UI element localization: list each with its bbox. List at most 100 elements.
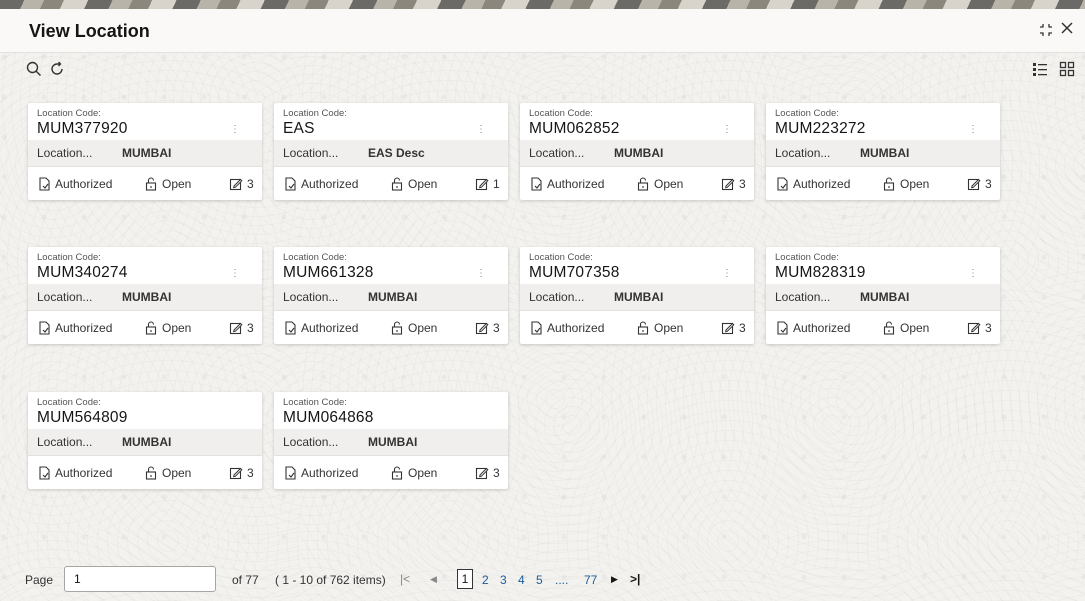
location-desc-label: Location... [37,290,93,304]
authorized-icon [39,466,50,480]
unlock-icon [145,177,157,191]
location-card[interactable]: Location Code: MUM064868 ⋮ Location... M… [274,392,508,489]
page-label: Page [25,573,54,587]
location-card[interactable]: Location Code: MUM564809 ⋮ Location... M… [28,392,262,489]
location-desc-label: Location... [775,290,831,304]
page-number-input[interactable] [64,566,216,592]
unlock-icon [391,177,403,191]
edit-icon [475,322,489,335]
page-link-3[interactable]: 3 [500,573,507,587]
card-footer: Authorized Open 3 [274,455,508,490]
authorized-icon [777,177,788,191]
open-status: Open [636,321,683,335]
open-label: Open [900,177,930,191]
list-view-icon[interactable] [1032,61,1050,79]
search-icon[interactable] [26,61,44,79]
location-desc-value: MUMBAI [122,146,172,160]
edit-icon [475,467,489,480]
edit-count[interactable]: 3 [967,321,992,335]
kebab-menu-icon[interactable]: ⋮ [230,125,240,135]
open-status: Open [882,177,929,191]
page-link-last[interactable]: 77 [584,573,597,587]
edit-count-value: 3 [985,321,992,335]
location-code-label: Location Code: [775,108,839,119]
edit-count[interactable]: 3 [721,177,746,191]
location-code-value: MUM377920 [37,120,128,137]
location-card[interactable]: Location Code: MUM062852 ⋮ Location... M… [520,103,754,200]
kebab-menu-icon[interactable]: ⋮ [968,125,978,135]
authorized-label: Authorized [793,321,851,335]
card-footer: Authorized Open 3 [28,310,262,345]
location-desc-row: Location... MUMBAI [274,429,508,455]
location-desc-value: MUMBAI [860,146,910,160]
edit-count[interactable]: 3 [229,321,254,335]
next-page-icon[interactable]: ▶ [611,574,618,585]
kebab-menu-icon[interactable]: ⋮ [476,125,486,135]
location-code-label: Location Code: [37,108,101,119]
edit-count[interactable]: 3 [475,321,500,335]
kebab-menu-icon[interactable]: ⋮ [722,125,732,135]
edit-count-value: 3 [247,177,254,191]
location-desc-value: EAS Desc [368,146,425,160]
location-desc-value: MUMBAI [368,435,418,449]
edit-count-value: 3 [493,466,500,480]
collapse-icon[interactable] [1039,23,1053,42]
authorized-label: Authorized [547,177,605,191]
edit-icon [229,322,243,335]
edit-icon [721,178,735,191]
location-desc-row: Location... MUMBAI [520,284,754,310]
authorized-status: Authorized [775,177,850,191]
tile-view-icon[interactable] [1059,61,1077,79]
window-header: View Location [0,9,1085,53]
page-link-4[interactable]: 4 [518,573,525,587]
location-card[interactable]: Location Code: MUM340274 ⋮ Location... M… [28,247,262,344]
location-card[interactable]: Location Code: MUM828319 ⋮ Location... M… [766,247,1000,344]
location-card[interactable]: Location Code: MUM223272 ⋮ Location... M… [766,103,1000,200]
kebab-menu-icon[interactable]: ⋮ [968,269,978,279]
authorized-icon [285,177,296,191]
page-link-5[interactable]: 5 [536,573,543,587]
location-card[interactable]: Location Code: MUM661328 ⋮ Location... M… [274,247,508,344]
first-page-icon[interactable]: |< [400,572,410,586]
open-label: Open [162,177,192,191]
unlock-icon [145,321,157,335]
card-footer: Authorized Open 1 [274,166,508,201]
open-status: Open [882,321,929,335]
last-page-icon[interactable]: >| [630,572,640,586]
open-status: Open [144,466,191,480]
edit-count[interactable]: 3 [229,466,254,480]
open-status: Open [390,466,437,480]
edit-count-value: 3 [739,177,746,191]
location-card[interactable]: Location Code: MUM707358 ⋮ Location... M… [520,247,754,344]
unlock-icon [883,321,895,335]
location-card[interactable]: Location Code: MUM377920 ⋮ Location... M… [28,103,262,200]
open-label: Open [654,321,684,335]
authorized-status: Authorized [529,177,604,191]
location-code-label: Location Code: [775,252,839,263]
edit-icon [229,467,243,480]
location-desc-row: Location... EAS Desc [274,140,508,166]
prev-page-icon[interactable]: ◀ [430,574,437,585]
edit-count[interactable]: 3 [475,466,500,480]
location-code-label: Location Code: [283,397,347,408]
page-link-2[interactable]: 2 [482,573,489,587]
location-desc-label: Location... [283,290,339,304]
card-footer: Authorized Open 3 [766,310,1000,345]
location-card[interactable]: Location Code: EAS ⋮ Location... EAS Des… [274,103,508,200]
edit-count[interactable]: 3 [721,321,746,335]
location-desc-row: Location... MUMBAI [274,284,508,310]
kebab-menu-icon[interactable]: ⋮ [230,269,240,279]
kebab-menu-icon[interactable]: ⋮ [722,269,732,279]
edit-count[interactable]: 3 [967,177,992,191]
open-label: Open [162,466,192,480]
authorized-status: Authorized [37,177,112,191]
kebab-menu-icon[interactable]: ⋮ [476,269,486,279]
current-page[interactable]: 1 [457,569,473,589]
refresh-icon[interactable] [49,61,67,79]
edit-count[interactable]: 1 [475,177,500,191]
open-label: Open [408,321,438,335]
location-code-value: MUM340274 [37,264,128,281]
close-icon[interactable] [1060,21,1074,40]
location-desc-label: Location... [529,290,585,304]
edit-count[interactable]: 3 [229,177,254,191]
